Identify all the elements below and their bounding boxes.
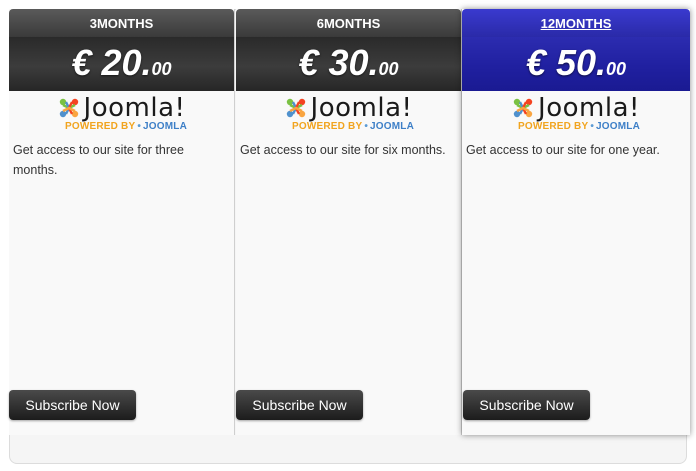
logo-dot-icon: •	[590, 121, 595, 132]
joomla-logo-icon	[286, 98, 305, 118]
logo-brand: JOOMLA	[596, 121, 641, 132]
price-amount: € 50.	[525, 42, 607, 83]
joomla-logo: Joomla! POWERED BY • JOOMLA	[9, 93, 234, 136]
plan-price: € 50.00	[462, 37, 690, 91]
logo-powered-by: POWERED BY	[292, 121, 363, 132]
plan-column-12months: 12MONTHS € 50.00 Joomla! POWERED BY • JOOM…	[462, 9, 690, 435]
price-cents: 00	[606, 59, 627, 79]
plan-description: Get access to our site for three months.	[13, 143, 184, 177]
plan-name: 3MONTHS	[9, 9, 234, 37]
plan-column-3months: 3MONTHS € 20.00 Joomla! POWERED BY • JOOML…	[9, 9, 235, 435]
plan-description: Get access to our site for six months.	[240, 143, 446, 157]
logo-brand: JOOMLA	[370, 121, 415, 132]
logo-tagline: POWERED BY • JOOMLA	[65, 121, 187, 132]
plan-column-6months: 6MONTHS € 30.00 Joomla! POWERED BY • JOOML…	[236, 9, 462, 435]
plan-price: € 30.00	[236, 37, 461, 91]
plan-description: Get access to our site for one year.	[466, 143, 660, 157]
logo-tagline: POWERED BY • JOOMLA	[292, 121, 414, 132]
logo-tagline: POWERED BY • JOOMLA	[518, 121, 640, 132]
price-amount: € 30.	[298, 42, 379, 83]
logo-brand: JOOMLA	[143, 121, 188, 132]
price-cents: 00	[378, 59, 399, 79]
joomla-logo: Joomla! POWERED BY • JOOMLA	[462, 93, 690, 136]
logo-dot-icon: •	[364, 121, 369, 132]
joomla-logo-icon	[59, 98, 78, 118]
subscribe-button[interactable]: Subscribe Now	[9, 390, 136, 420]
logo-wordmark: Joomla!	[538, 93, 640, 123]
logo-dot-icon: •	[137, 121, 142, 132]
joomla-logo: Joomla! POWERED BY • JOOMLA	[236, 93, 461, 136]
price-amount: € 20.	[71, 42, 152, 83]
logo-powered-by: POWERED BY	[518, 121, 589, 132]
plan-name[interactable]: 12MONTHS	[462, 9, 690, 37]
logo-wordmark: Joomla!	[310, 93, 413, 123]
logo-wordmark: Joomla!	[83, 93, 186, 123]
subscribe-button[interactable]: Subscribe Now	[236, 390, 363, 420]
subscribe-button[interactable]: Subscribe Now	[463, 390, 590, 420]
logo-powered-by: POWERED BY	[65, 121, 136, 132]
joomla-logo-icon	[513, 98, 533, 118]
plan-name: 6MONTHS	[236, 9, 461, 37]
plan-price: € 20.00	[9, 37, 234, 91]
price-cents: 00	[151, 59, 172, 79]
